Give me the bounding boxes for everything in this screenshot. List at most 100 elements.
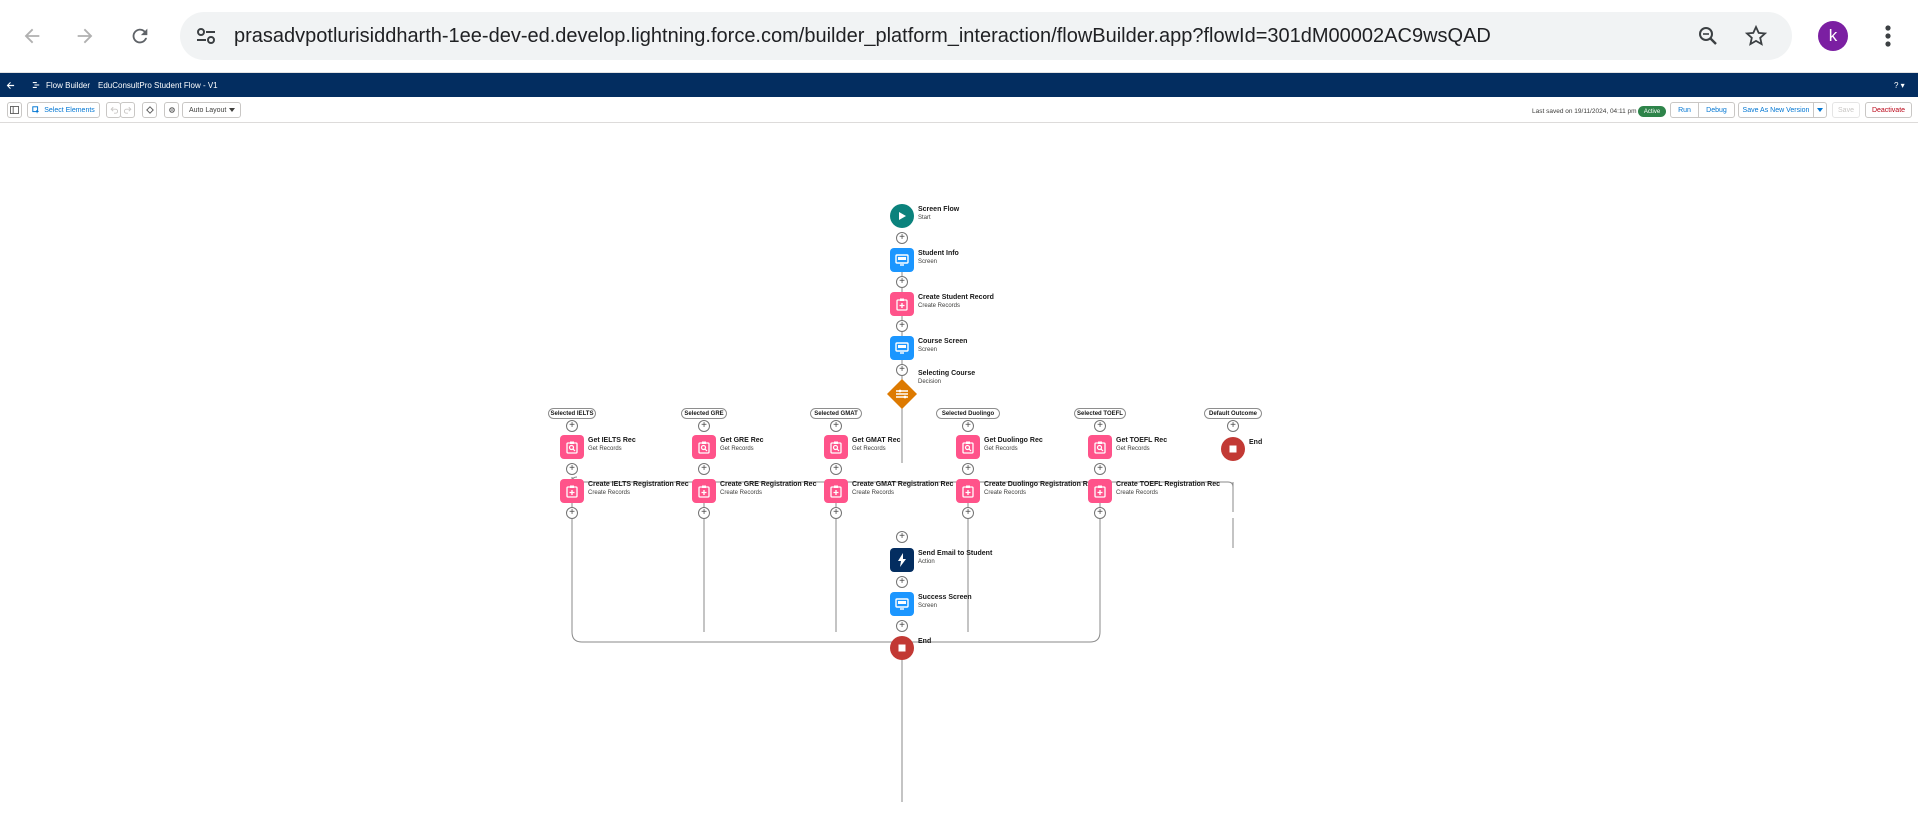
address-bar[interactable]: prasadvpotlurisiddharth-1ee-dev-ed.devel… [180, 12, 1792, 60]
get-records-node[interactable] [560, 435, 584, 459]
get-records-node[interactable] [692, 435, 716, 459]
forward-button[interactable] [65, 16, 105, 56]
add-element-button[interactable]: + [896, 232, 908, 244]
add-element-button[interactable]: + [896, 531, 908, 543]
redo-icon [123, 106, 131, 114]
run-button[interactable]: Run [1670, 102, 1699, 118]
url-text[interactable]: prasadvpotlurisiddharth-1ee-dev-ed.devel… [234, 25, 1491, 48]
get-records-node[interactable] [956, 435, 980, 459]
flow-builder-header: Flow Builder EduConsultPro Student Flow … [0, 73, 1918, 97]
default-end-node[interactable] [1221, 437, 1245, 461]
add-element-button[interactable]: + [896, 620, 908, 632]
get-records-label: Get GMAT Rec Get Records [852, 437, 901, 452]
redo-button[interactable] [120, 102, 135, 118]
create-records-icon [698, 485, 710, 498]
help-menu[interactable]: ? ▾ [1894, 81, 1905, 90]
app-name: Flow Builder [46, 81, 91, 90]
create-records-icon [896, 298, 908, 311]
create-records-node[interactable] [1088, 479, 1112, 503]
profile-avatar[interactable]: k [1818, 21, 1848, 51]
outcome-pill[interactable]: Selected GMAT [810, 408, 862, 419]
create-records-node[interactable] [560, 479, 584, 503]
select-elements-button[interactable]: Select Elements [27, 102, 100, 118]
send-email-label: Send Email to Student Action [918, 550, 993, 565]
site-settings-icon[interactable] [194, 24, 218, 48]
reload-button[interactable] [120, 16, 160, 56]
create-records-icon [830, 485, 842, 498]
flow-canvas[interactable]: Screen Flow Start + Student Info Screen + … [0, 124, 1918, 817]
get-records-node[interactable] [824, 435, 848, 459]
end-node[interactable] [890, 636, 914, 660]
create-records-label: Create IELTS Registration Rec Create Reco… [588, 481, 689, 496]
start-node[interactable] [890, 204, 914, 228]
end-label: End [918, 638, 932, 645]
back-arrow-icon[interactable] [6, 81, 15, 90]
create-records-node[interactable] [956, 479, 980, 503]
add-element-button[interactable]: + [1094, 420, 1106, 432]
add-element-button[interactable]: + [962, 420, 974, 432]
add-element-button[interactable]: + [896, 364, 908, 376]
toolbar: Select Elements Auto Layout Last saved o… [0, 97, 1918, 123]
get-records-icon [698, 441, 710, 454]
create-records-icon [962, 485, 974, 498]
create-records-node[interactable] [692, 479, 716, 503]
get-records-icon [830, 441, 842, 454]
settings-button[interactable] [164, 102, 179, 118]
student-info-label: Student Info Screen [918, 250, 959, 265]
undo-button[interactable] [106, 102, 121, 118]
add-element-button[interactable]: + [830, 420, 842, 432]
add-element-button[interactable]: + [1227, 420, 1239, 432]
outcome-pill[interactable]: Selected IELTS [548, 408, 596, 419]
add-element-button[interactable]: + [830, 463, 842, 475]
add-element-button[interactable]: + [698, 420, 710, 432]
create-records-label: Create GRE Registration Rec Create Record… [720, 481, 817, 496]
outcome-pill[interactable]: Default Outcome [1204, 408, 1262, 419]
toggle-toolbox-button[interactable] [7, 102, 22, 118]
connector-lines [571, 264, 1234, 802]
stop-icon [1229, 445, 1237, 453]
success-screen-node[interactable] [890, 592, 914, 616]
zoom-icon[interactable] [1696, 24, 1720, 48]
get-records-node[interactable] [1088, 435, 1112, 459]
add-element-button[interactable]: + [698, 507, 710, 519]
add-element-button[interactable]: + [896, 320, 908, 332]
add-element-button[interactable]: + [1094, 463, 1106, 475]
get-records-icon [962, 441, 974, 454]
outcome-pill[interactable]: Selected TOEFL [1074, 408, 1126, 419]
decision-node[interactable] [885, 377, 919, 411]
view-properties-button[interactable] [142, 102, 157, 118]
add-element-button[interactable]: + [698, 463, 710, 475]
flow-name: EduConsultPro Student Flow - V1 [98, 81, 218, 90]
outcome-pill[interactable]: Selected Duolingo [936, 408, 1000, 419]
add-element-button[interactable]: + [962, 463, 974, 475]
add-element-button[interactable]: + [566, 463, 578, 475]
create-records-label: Create Duolingo Registration Rec Create R… [984, 481, 1096, 496]
add-element-button[interactable]: + [566, 507, 578, 519]
decision-icon [887, 379, 917, 409]
screen-icon [895, 342, 909, 354]
add-element-button[interactable]: + [830, 507, 842, 519]
debug-button[interactable]: Debug [1698, 102, 1735, 118]
create-student-record-node[interactable] [890, 292, 914, 316]
outcome-pill[interactable]: Selected GRE [681, 408, 727, 419]
add-element-button[interactable]: + [566, 420, 578, 432]
create-records-node[interactable] [824, 479, 848, 503]
deactivate-button[interactable]: Deactivate [1865, 102, 1912, 118]
add-element-button[interactable]: + [1094, 507, 1106, 519]
back-button[interactable] [12, 16, 52, 56]
save-as-new-version-button[interactable]: Save As New Version [1738, 102, 1814, 118]
save-button[interactable]: Save [1832, 102, 1860, 118]
gear-icon [168, 107, 175, 113]
start-label: Screen Flow Start [918, 206, 960, 221]
browser-menu-icon[interactable] [1872, 20, 1904, 52]
add-element-button[interactable]: + [896, 576, 908, 588]
course-screen-node[interactable] [890, 336, 914, 360]
send-email-node[interactable] [890, 548, 914, 572]
add-element-button[interactable]: + [962, 507, 974, 519]
student-info-node[interactable] [890, 248, 914, 272]
get-records-icon [1094, 441, 1106, 454]
save-options-dropdown[interactable] [1813, 102, 1827, 118]
add-element-button[interactable]: + [896, 276, 908, 288]
layout-select[interactable]: Auto Layout [182, 102, 241, 118]
star-icon[interactable] [1744, 24, 1768, 48]
